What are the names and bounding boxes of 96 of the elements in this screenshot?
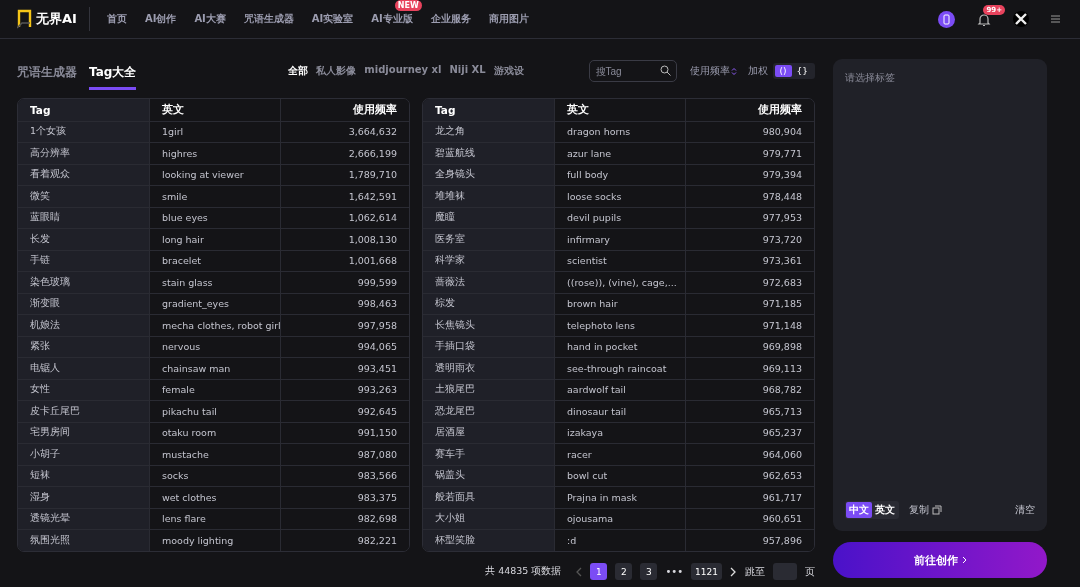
table-cell: mecha clothes, robot girl <box>149 315 280 336</box>
table-cell: 看着观众 <box>18 164 149 185</box>
nav-link[interactable]: AI实验室 <box>311 12 354 26</box>
table-cell: 短袜 <box>18 465 149 486</box>
table-cell: 高分辨率 <box>18 143 149 164</box>
nav-link[interactable]: AI创作 <box>144 12 177 26</box>
table-cell: 赛车手 <box>423 444 554 465</box>
table-cell: 机娘法 <box>18 315 149 336</box>
table-cell: 957,896 <box>685 530 814 551</box>
table-cell: 堆堆袜 <box>423 186 554 207</box>
category-tab[interactable]: midjourney xl <box>364 64 442 78</box>
category-tab[interactable]: 游戏设 <box>493 64 524 78</box>
chevron-icon <box>961 556 967 564</box>
table-cell: 棕发 <box>423 293 554 314</box>
next-page-icon[interactable] <box>730 566 737 577</box>
table-cell: 小胡子 <box>18 444 149 465</box>
table-cell: 蔷薇法 <box>423 272 554 293</box>
table-cell: 碧蓝航线 <box>423 143 554 164</box>
page-input[interactable] <box>773 563 797 580</box>
menu-icon[interactable] <box>1051 15 1060 23</box>
table-cell: 居酒屋 <box>423 422 554 443</box>
table-cell: 科学家 <box>423 250 554 271</box>
nav-link[interactable]: AI大赛 <box>194 12 226 26</box>
clear-button[interactable]: 清空 <box>1015 503 1035 517</box>
table-cell: 全身镜头 <box>423 164 554 185</box>
table-cell: 宅男房间 <box>18 422 149 443</box>
page-label: 页 <box>805 564 815 579</box>
table-cell: 氛围光照 <box>18 530 149 551</box>
table-cell: 电锯人 <box>18 358 149 379</box>
prev-page-icon[interactable] <box>575 566 583 577</box>
page-button[interactable]: 3 <box>640 563 658 580</box>
avatar-icon[interactable] <box>1013 11 1029 27</box>
table-cell: 般若面具 <box>423 487 554 508</box>
nav-link[interactable]: 咒语生成器 <box>243 12 294 26</box>
table-cell: 大小姐 <box>423 508 554 529</box>
table-cell: 透镜光晕 <box>18 508 149 529</box>
column-header: 使用频率 <box>280 99 409 121</box>
search-icon[interactable] <box>659 65 671 76</box>
table-cell: 长焦镜头 <box>423 315 554 336</box>
logo-icon <box>17 9 33 29</box>
ellipsis[interactable]: ••• <box>665 566 684 577</box>
sort-dropdown[interactable]: 使用频率 <box>689 64 737 78</box>
sort-icon <box>730 66 737 76</box>
table-cell: 杯型笑脸 <box>423 530 554 551</box>
page-button[interactable]: 1121 <box>691 563 722 580</box>
page-button[interactable]: 1 <box>590 563 608 580</box>
new-badge: NEW <box>394 0 422 11</box>
table-cell: 医务室 <box>423 229 554 250</box>
logo-text[interactable]: 无界AI <box>36 10 77 28</box>
table-cell: 微笑 <box>18 186 149 207</box>
tags-text-area[interactable]: 请选择标签 中文 英文 复制 清空 <box>833 59 1047 531</box>
table-cell: 土狼尾巴 <box>423 379 554 400</box>
table-cell: 982,221 <box>280 530 409 551</box>
weight-label: 加权 <box>747 64 768 78</box>
table-cell: 1个女孩 <box>18 121 149 142</box>
copy-icon <box>932 505 942 515</box>
page-tab[interactable]: 咒语生成器 <box>17 58 77 90</box>
table-cell: 锅盖头 <box>423 465 554 486</box>
table-cell: 长发 <box>18 229 149 250</box>
bell-icon[interactable] <box>977 11 991 27</box>
table-cell: 紧张 <box>18 336 149 357</box>
search-field[interactable]: 搜Tag <box>588 60 677 82</box>
nav-link[interactable]: 企业服务 <box>430 12 471 26</box>
category-tab[interactable]: Niji XL <box>449 64 486 78</box>
phone-icon[interactable] <box>938 10 955 28</box>
page-button[interactable]: 2 <box>615 563 633 580</box>
table-cell: 女性 <box>18 379 149 400</box>
weight-option[interactable]: () <box>774 65 792 77</box>
table-cell: 魔瞳 <box>423 207 554 228</box>
table-cell: 透明雨衣 <box>423 358 554 379</box>
language-option[interactable]: 英文 <box>872 502 898 518</box>
table-cell: 恐龙尾巴 <box>423 401 554 422</box>
category-tab[interactable]: 私人影像 <box>316 64 357 78</box>
column-header: Tag <box>18 99 149 121</box>
column-header: 使用频率 <box>685 99 814 121</box>
nav-link[interactable]: 商用图片 <box>488 12 529 26</box>
copy-button[interactable]: 复制 <box>909 503 942 517</box>
table-cell: 渐变眼 <box>18 293 149 314</box>
page-tab[interactable]: Tag大全 <box>89 58 137 90</box>
table-cell: 染色玻璃 <box>18 272 149 293</box>
weight-option[interactable]: {} <box>791 65 813 77</box>
nav-link[interactable]: 首页 <box>106 12 127 26</box>
category-tab[interactable]: 全部 <box>288 64 309 78</box>
total-count: 共 44835 项数据 <box>485 565 562 578</box>
panel-placeholder: 请选择标签 <box>845 71 896 85</box>
goto-label: 跳至 <box>745 564 765 579</box>
language-option[interactable]: 中文 <box>846 502 872 518</box>
table-cell: 手插口袋 <box>423 336 554 357</box>
table-cell: 湿身 <box>18 487 149 508</box>
table-cell: 手链 <box>18 250 149 271</box>
nav-link[interactable]: AI专业版 <box>371 12 413 26</box>
create-button[interactable]: 前往创作 <box>833 542 1047 578</box>
table-cell: 龙之角 <box>423 121 554 142</box>
table-cell: 皮卡丘尾巴 <box>18 401 149 422</box>
table-cell: 蓝眼睛 <box>18 207 149 228</box>
column-header: Tag <box>423 99 554 121</box>
